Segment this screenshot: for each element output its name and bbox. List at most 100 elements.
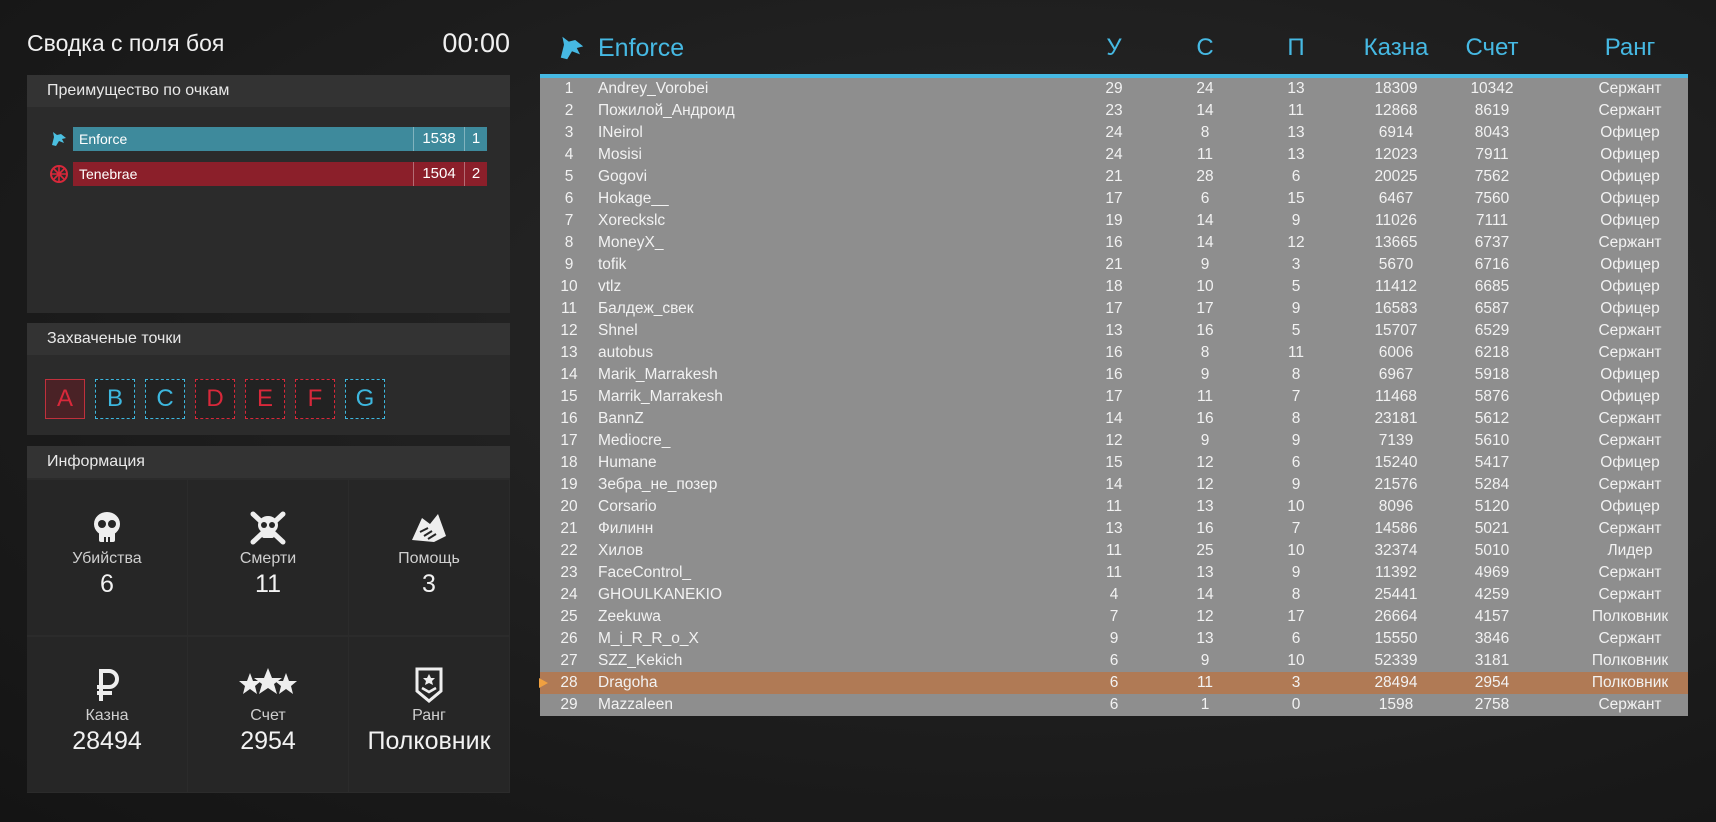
stat-value: 6 [100, 570, 114, 598]
player-assists: 11 [1287, 102, 1305, 119]
table-row[interactable]: 15 17 11 7 11468 5876 Офицер Marrik_Marrakesh [540, 386, 1688, 408]
player-score: 7911 [1475, 146, 1509, 163]
capture-point-a[interactable]: A [45, 379, 85, 419]
player-assists: 13 [1287, 124, 1305, 141]
player-kills: 14 [1105, 410, 1123, 427]
player-kills: 18 [1105, 278, 1123, 295]
table-row[interactable]: 6 17 6 15 6467 7560 Офицер Hokage__ [540, 188, 1688, 210]
player-score: 5876 [1474, 388, 1510, 405]
player-kills: 21 [1105, 168, 1123, 185]
player-assists: 13 [1287, 80, 1305, 97]
player-place: 4 [564, 146, 574, 163]
player-score: 8043 [1474, 124, 1510, 141]
table-row[interactable]: 7 19 14 9 11026 7111 Офицер Xoreckslc [540, 210, 1688, 232]
capture-point-g[interactable]: G [345, 379, 385, 419]
capture-point-c[interactable]: C [145, 379, 185, 419]
player-rank: Сержант [1598, 410, 1662, 427]
player-score: 6737 [1474, 234, 1510, 251]
player-deaths: 16 [1196, 322, 1214, 339]
player-rank: Сержант [1598, 432, 1662, 449]
table-row[interactable]: 23 11 13 9 11392 4969 Сержант FaceControl_ [540, 562, 1688, 584]
player-assists: 6 [1291, 454, 1301, 471]
player-rank: Сержант [1598, 80, 1662, 97]
capture-point-f[interactable]: F [295, 379, 335, 419]
capture-point-b[interactable]: B [95, 379, 135, 419]
column-kills[interactable]: У [1094, 34, 1134, 62]
player-place: 13 [560, 344, 578, 361]
stat-value: 2954 [240, 727, 296, 755]
player-name: M_i_R_R_o_X [598, 630, 699, 647]
player-kills: 15 [1105, 454, 1123, 471]
player-name: Andrey_Vorobei [598, 80, 709, 97]
player-treasury: 11412 [1375, 278, 1417, 295]
column-deaths[interactable]: С [1185, 34, 1225, 62]
team-score: 1504 [413, 162, 465, 186]
player-kills: 11 [1105, 542, 1123, 559]
table-row[interactable]: 8 16 14 12 13665 6737 Сержант MoneyX_ [540, 232, 1688, 254]
column-score[interactable]: Счет [1452, 34, 1532, 62]
player-assists: 10 [1287, 542, 1305, 559]
player-score: 7560 [1474, 190, 1510, 207]
player-name: Marik_Marrakesh [598, 366, 718, 383]
capture-point-e[interactable]: E [245, 379, 285, 419]
player-assists: 9 [1291, 432, 1301, 449]
player-treasury: 11026 [1375, 212, 1417, 229]
table-row[interactable]: 29 6 1 0 1598 2758 Сержант Mazzaleen [540, 694, 1688, 716]
player-treasury: 13665 [1374, 234, 1418, 251]
table-row[interactable]: 14 16 9 8 6967 5918 Офицер Marik_Marrakesh [540, 364, 1688, 386]
table-row[interactable]: 9 21 9 3 5670 6716 Офицер tofik [540, 254, 1688, 276]
player-deaths: 13 [1196, 498, 1214, 515]
player-rank: Сержант [1598, 102, 1662, 119]
table-row[interactable]: 22 11 25 10 32374 5010 Лидер Хилов [540, 540, 1688, 562]
points-advantage-title: Преимущество по очкам [27, 75, 510, 107]
table-row[interactable]: 24 4 14 8 25441 4259 Сержант GHOULKANEKIO [540, 584, 1688, 606]
player-treasury: 52339 [1374, 652, 1418, 669]
table-row[interactable]: 11 17 17 9 16583 6587 Офицер Балдеж_свек [540, 298, 1688, 320]
player-kills: 17 [1105, 190, 1123, 207]
table-row[interactable]: 21 13 16 7 14586 5021 Сержант Филинн [540, 518, 1688, 540]
player-assists: 3 [1291, 674, 1301, 691]
team-bar-enforce: Enforce 1538 1 [47, 127, 487, 151]
table-row[interactable]: 2 23 14 11 12868 8619 Сержант Пожилой_Андроид [540, 100, 1688, 122]
player-place: 8 [564, 234, 574, 251]
table-row[interactable]: 19 14 12 9 21576 5284 Сержант Зебра_не_позер [540, 474, 1688, 496]
table-row[interactable]: 27 6 9 10 52339 3181 Полковник SZZ_Kekich [540, 650, 1688, 672]
scoreboard-header: Enforce У С П Казна Счет Ранг [540, 28, 1688, 72]
team-place: 1 [471, 130, 481, 147]
table-row[interactable]: 4 24 11 13 12023 7911 Офицер Mosisi [540, 144, 1688, 166]
captured-points-panel: Захваченые точки A B C D E F G [27, 323, 510, 435]
table-row[interactable]: 10 18 10 5 11412 6685 Офицер vtlz [540, 276, 1688, 298]
column-assists[interactable]: П [1276, 34, 1316, 62]
player-deaths: 14 [1196, 234, 1214, 251]
player-score: 6587 [1474, 300, 1510, 317]
column-rank[interactable]: Ранг [1570, 34, 1690, 62]
captured-points-title: Захваченые точки [27, 323, 510, 355]
table-row[interactable]: 3 24 8 13 6914 8043 Офицер INeirol [540, 122, 1688, 144]
player-kills: 24 [1105, 146, 1123, 163]
player-rank: Офицер [1600, 388, 1660, 405]
capture-point-d[interactable]: D [195, 379, 235, 419]
player-assists: 11 [1287, 344, 1305, 361]
table-row[interactable]: 1 29 24 13 18309 10342 Сержант Andrey_Vorobei [540, 78, 1688, 100]
table-row[interactable]: 25 7 12 17 26664 4157 Полковник Zeekuwa [540, 606, 1688, 628]
player-treasury: 15707 [1374, 322, 1418, 339]
table-row[interactable]: 18 15 12 6 15240 5417 Офицер Humane [540, 452, 1688, 474]
player-kills: 11 [1105, 564, 1123, 581]
table-row[interactable]: 5 21 28 6 20025 7562 Офицер Gogovi [540, 166, 1688, 188]
table-row-current-player[interactable]: 28 6 11 3 28494 2954 Полковник Dragoha [539, 672, 1688, 694]
column-treasury[interactable]: Казна [1350, 34, 1442, 62]
table-row[interactable]: 17 12 9 9 7139 5610 Сержант Mediocre_ [540, 430, 1688, 452]
player-rank: Сержант [1598, 520, 1662, 537]
stat-score: Счет 2954 [188, 637, 348, 792]
table-row[interactable]: 26 9 13 6 15550 3846 Сержант M_i_R_R_o_X [540, 628, 1688, 650]
player-deaths: 24 [1196, 80, 1214, 97]
player-assists: 8 [1291, 586, 1301, 603]
player-kills: 17 [1105, 388, 1123, 405]
table-row[interactable]: 13 16 8 11 6006 6218 Сержант autobus [540, 342, 1688, 364]
player-kills: 16 [1105, 366, 1123, 383]
player-treasury: 23181 [1374, 410, 1418, 427]
table-row[interactable]: 12 13 16 5 15707 6529 Сержант Shnel [540, 320, 1688, 342]
table-row[interactable]: 20 11 13 10 8096 5120 Офицер Corsario [540, 496, 1688, 518]
player-place: 12 [560, 322, 578, 339]
table-row[interactable]: 16 14 16 8 23181 5612 Сержант BannZ [540, 408, 1688, 430]
